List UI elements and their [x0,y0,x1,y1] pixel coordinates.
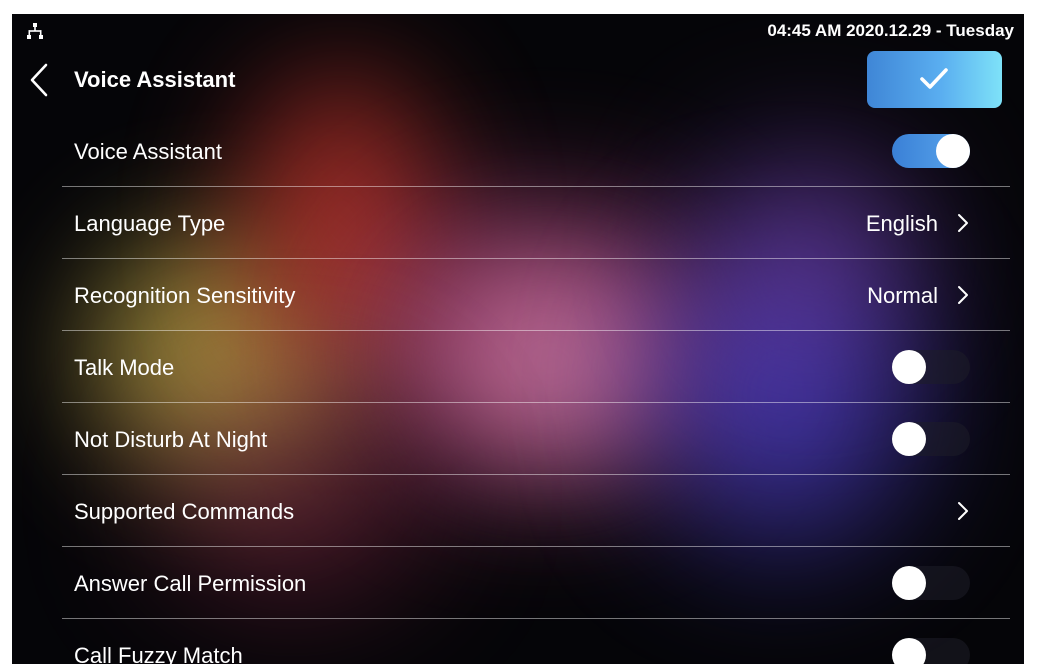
chevron-right-icon [958,214,968,232]
setting-row-not-disturb-at-night: Not Disturb At Night [62,403,1010,475]
setting-label: Voice Assistant [74,139,222,164]
toggle-knob [892,422,926,456]
setting-row-call-fuzzy-match: Call Fuzzy Match [62,619,1010,664]
setting-value: English [865,211,938,236]
status-datetime: 04:45 AM 2020.12.29 - Tuesday [767,21,1014,40]
setting-row-answer-call-permission: Answer Call Permission [62,547,1010,619]
confirm-button[interactable] [867,51,1002,108]
status-bar: 04:45 AM 2020.12.29 - Tuesday [12,14,1024,46]
setting-value: Normal [867,283,938,308]
network-icon [27,23,43,39]
toggle-switch[interactable] [892,638,970,664]
setting-row-voice-assistant: Voice Assistant [62,115,1010,187]
toggle-knob [936,134,970,168]
back-button[interactable] [26,62,56,98]
setting-label: Supported Commands [74,499,295,524]
device-screen: 04:45 AM 2020.12.29 - Tuesday Voice Assi… [12,14,1024,664]
toggle-switch[interactable] [892,134,970,168]
chevron-right-icon [958,286,968,304]
setting-row-talk-mode: Talk Mode [62,331,1010,403]
settings-list: Voice Assistant Language Type English Recog… [62,115,1010,664]
setting-label: Recognition Sensitivity [74,283,296,308]
page-header: Voice Assistant [12,50,1024,110]
check-icon [920,68,948,89]
chevron-right-icon [958,502,968,520]
setting-label: Not Disturb At Night [74,427,268,452]
chevron-left-icon [30,63,48,97]
setting-label: Language Type [74,211,226,236]
page-title: Voice Assistant [74,67,236,92]
toggle-switch[interactable] [892,422,970,456]
setting-label: Talk Mode [74,355,175,380]
toggle-switch[interactable] [892,350,970,384]
toggle-knob [892,350,926,384]
setting-row-recognition-sensitivity[interactable]: Recognition Sensitivity Normal [62,259,1010,331]
setting-row-language-type[interactable]: Language Type English [62,187,1010,259]
setting-label: Answer Call Permission [74,571,307,596]
toggle-switch[interactable] [892,566,970,600]
setting-label: Call Fuzzy Match [74,643,243,664]
setting-row-supported-commands[interactable]: Supported Commands [62,475,1010,547]
toggle-knob [892,566,926,600]
toggle-knob [892,638,926,664]
